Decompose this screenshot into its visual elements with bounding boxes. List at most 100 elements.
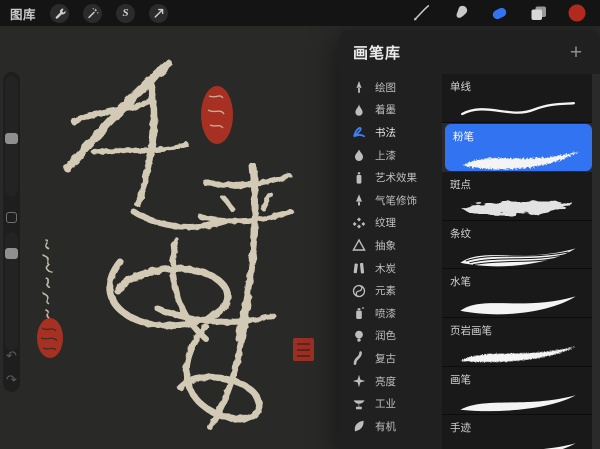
smudge-icon [451, 4, 470, 23]
brush-单线[interactable]: 单线 [442, 74, 592, 123]
category-书法[interactable]: 书法 [339, 121, 442, 144]
redo-button[interactable]: ↷ [3, 373, 20, 386]
transform-icon [153, 7, 165, 19]
category-喷漆[interactable]: 喷漆 [339, 302, 442, 325]
color-swatch-icon [568, 4, 586, 22]
brush-粉笔[interactable]: 粉笔 [445, 123, 592, 172]
charcoal-sticks-icon [352, 261, 366, 275]
brush-library-panel: 画笔库 + 绘图着墨书法上漆艺术效果气笔修饰纹理抽象木炭元素喷漆润色复古亮度工业… [339, 30, 600, 449]
category-着墨[interactable]: 着墨 [339, 99, 442, 122]
category-气笔修饰[interactable]: 气笔修饰 [339, 189, 442, 212]
brush-stroke-preview [450, 291, 584, 318]
ink-drop-icon [352, 103, 366, 117]
category-label: 书法 [375, 126, 396, 139]
artistic-tube-icon [352, 171, 366, 185]
category-label: 有机 [375, 420, 396, 433]
elements-swirl-icon [352, 284, 366, 298]
brush-stroke-preview [450, 389, 584, 416]
category-label: 工业 [375, 398, 396, 411]
smudge-tool-button[interactable] [450, 3, 470, 23]
brush-水笔[interactable]: 水笔 [442, 269, 592, 318]
brush-name: 条纹 [450, 227, 471, 240]
brush-name: 水笔 [450, 276, 471, 289]
category-有机[interactable]: 有机 [339, 415, 442, 438]
category-复古[interactable]: 复古 [339, 347, 442, 370]
category-上漆[interactable]: 上漆 [339, 144, 442, 167]
brush-opacity-handle[interactable] [5, 248, 18, 259]
brush-list: 单线粉笔斑点条纹水笔页岩画笔画笔手迹 [442, 74, 600, 449]
brush-stroke-preview [450, 96, 584, 123]
brush-斑点[interactable]: 斑点 [442, 172, 592, 221]
brush-name: 粉笔 [453, 130, 474, 143]
procreate-app: 图库 S ↶ ↷ 画笔库 + 绘图着墨书法上漆艺术效果气笔修饰纹理抽象木炭元素喷… [0, 0, 600, 449]
abstract-triangle-icon [352, 238, 366, 252]
category-绘图[interactable]: 绘图 [339, 76, 442, 99]
layers-icon [529, 4, 548, 22]
sidebar-controls: ↶ ↷ [3, 72, 20, 392]
adjustments-icon [87, 7, 99, 19]
layers-tool-button[interactable] [528, 3, 548, 23]
category-label: 木炭 [375, 262, 396, 275]
lightbulb-icon [352, 329, 366, 343]
transform-button[interactable] [149, 3, 169, 23]
organic-leaf-icon [352, 419, 366, 433]
category-艺术效果[interactable]: 艺术效果 [339, 166, 442, 189]
brush-画笔[interactable]: 画笔 [442, 366, 592, 416]
brush-stroke-preview [450, 340, 584, 367]
category-工业[interactable]: 工业 [339, 392, 442, 415]
brush-页岩画笔[interactable]: 页岩画笔 [442, 317, 592, 367]
brush-library-header: 画笔库 + [339, 30, 600, 74]
airbrush-icon [352, 193, 366, 207]
color-tool-button[interactable] [567, 3, 587, 23]
category-label: 复古 [375, 352, 396, 365]
category-抽象[interactable]: 抽象 [339, 234, 442, 257]
paint-tool-button[interactable] [411, 3, 431, 23]
category-元素[interactable]: 元素 [339, 279, 442, 302]
category-label: 抽象 [375, 239, 396, 252]
industrial-anvil-icon [352, 397, 366, 411]
brush-name: 手迹 [450, 422, 471, 435]
left-tool-group: S [36, 3, 169, 23]
category-label: 元素 [375, 285, 396, 298]
brush-name: 画笔 [450, 373, 471, 386]
brush-name: 单线 [450, 81, 471, 93]
calligraphy-script-icon [352, 125, 366, 139]
brush-category-list: 绘图着墨书法上漆艺术效果气笔修饰纹理抽象木炭元素喷漆润色复古亮度工业有机 [339, 74, 442, 449]
brush-条纹[interactable]: 条纹 [442, 220, 592, 270]
brush-stroke-preview [450, 194, 584, 221]
adjustments-button[interactable] [83, 3, 103, 23]
gallery-button[interactable]: 图库 [10, 4, 36, 23]
brush-name: 斑点 [450, 179, 471, 192]
category-label: 气笔修饰 [375, 194, 417, 207]
category-润色[interactable]: 润色 [339, 325, 442, 348]
brush-name: 页岩画笔 [450, 324, 492, 337]
paint-drop-icon [352, 148, 366, 162]
category-木炭[interactable]: 木炭 [339, 257, 442, 280]
category-label: 纹理 [375, 217, 396, 230]
brush-size-handle[interactable] [5, 133, 18, 144]
category-label: 上漆 [375, 149, 396, 162]
spray-can-icon [352, 306, 366, 320]
category-label: 喷漆 [375, 307, 396, 320]
selection-icon: S [122, 7, 129, 19]
category-亮度[interactable]: 亮度 [339, 370, 442, 393]
sketch-pencil-icon [352, 80, 366, 94]
brush-stroke-preview [450, 243, 584, 270]
category-纹理[interactable]: 纹理 [339, 212, 442, 235]
erase-tool-button[interactable] [489, 3, 509, 23]
panel-title: 画笔库 [353, 44, 402, 62]
modify-button[interactable] [6, 212, 17, 223]
texture-diamonds-icon [352, 216, 366, 230]
category-label: 润色 [375, 330, 396, 343]
wrench-icon [54, 7, 66, 19]
category-label: 着墨 [375, 104, 396, 117]
brush-手迹[interactable]: 手迹 [442, 415, 592, 449]
actions-button[interactable] [50, 3, 70, 23]
vintage-pipe-icon [352, 351, 366, 366]
add-brush-button[interactable]: + [565, 42, 587, 63]
eraser-icon [489, 3, 510, 23]
undo-button[interactable]: ↶ [3, 349, 20, 362]
category-label: 亮度 [375, 375, 396, 388]
category-label: 绘图 [375, 81, 396, 94]
selection-button[interactable]: S [116, 3, 136, 23]
